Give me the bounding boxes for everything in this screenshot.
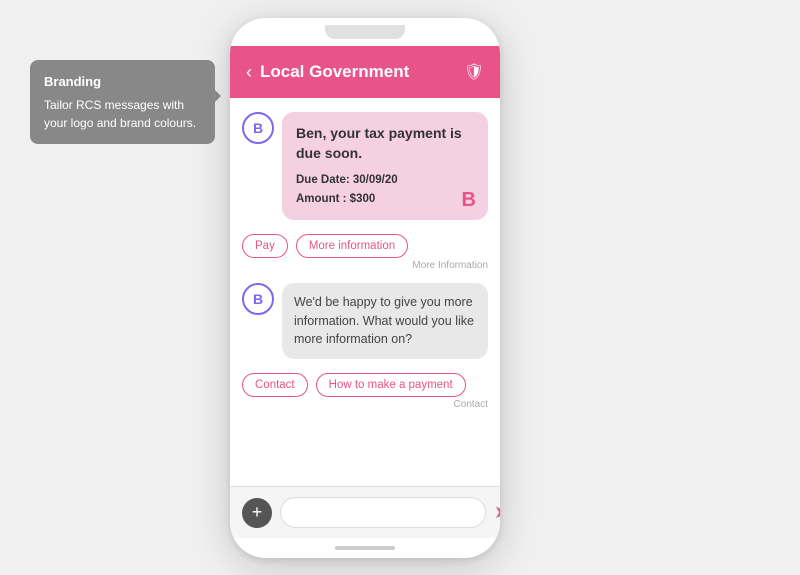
back-button[interactable]: ‹ [246, 62, 252, 83]
btn-label-1: More Information [242, 260, 488, 271]
send-icon: ➤ [494, 502, 500, 523]
message-row-tax: B Ben, your tax payment is due soon. Due… [242, 112, 488, 220]
action-buttons-2: Contact How to make a payment [242, 373, 488, 397]
info-bubble: We'd be happy to give you more informati… [282, 283, 488, 359]
message-row-info: B We'd be happy to give you more informa… [242, 283, 488, 359]
send-button[interactable]: ➤ [494, 502, 500, 523]
notch [325, 25, 405, 39]
tooltip-title: Branding [44, 72, 201, 92]
contact-button[interactable]: Contact [242, 373, 308, 397]
tax-card: Ben, your tax payment is due soon. Due D… [282, 112, 488, 220]
home-indicator [335, 546, 395, 550]
due-date-label: Due Date: [296, 174, 350, 186]
tax-card-wrap: Ben, your tax payment is due soon. Due D… [282, 112, 488, 220]
pay-button[interactable]: Pay [242, 234, 288, 258]
phone-bottom [230, 538, 500, 558]
avatar-b-tax: B [242, 112, 274, 144]
more-information-button[interactable]: More information [296, 234, 408, 258]
action-buttons-1: Pay More information [242, 234, 488, 258]
btn-label-2: Contact [242, 399, 488, 410]
scene: Branding Tailor RCS messages with your l… [0, 0, 800, 575]
input-bar: + ➤ [230, 486, 500, 538]
message-input[interactable] [280, 497, 486, 528]
avatar-b-info: B [242, 283, 274, 315]
phone-header: ‹ Local Government 🛡 [230, 46, 500, 98]
branding-tooltip: Branding Tailor RCS messages with your l… [30, 60, 215, 144]
tax-title: Ben, your tax payment is due soon. [296, 124, 474, 163]
phone-notch-area [230, 18, 500, 46]
shield-icon: 🛡 [464, 62, 484, 82]
add-button[interactable]: + [242, 498, 272, 528]
phone-shell: ‹ Local Government 🛡 B Ben, your tax pay… [230, 18, 500, 558]
info-bubble-wrap: We'd be happy to give you more informati… [282, 283, 488, 359]
tax-detail: Due Date: 30/09/20 Amount : $300 [296, 171, 474, 208]
how-to-pay-button[interactable]: How to make a payment [316, 373, 466, 397]
amount-value: : $300 [343, 193, 376, 205]
amount-label: Amount [296, 193, 339, 205]
button-row-2: Contact How to make a payment Contact [242, 371, 488, 410]
button-row-1: Pay More information More Information [242, 232, 488, 271]
due-date-value: 30/09/20 [353, 174, 398, 186]
header-title: Local Government [260, 62, 456, 82]
brand-letter: B [462, 189, 476, 212]
chat-area: B Ben, your tax payment is due soon. Due… [230, 98, 500, 486]
tooltip-body: Tailor RCS messages with your logo and b… [44, 96, 201, 132]
